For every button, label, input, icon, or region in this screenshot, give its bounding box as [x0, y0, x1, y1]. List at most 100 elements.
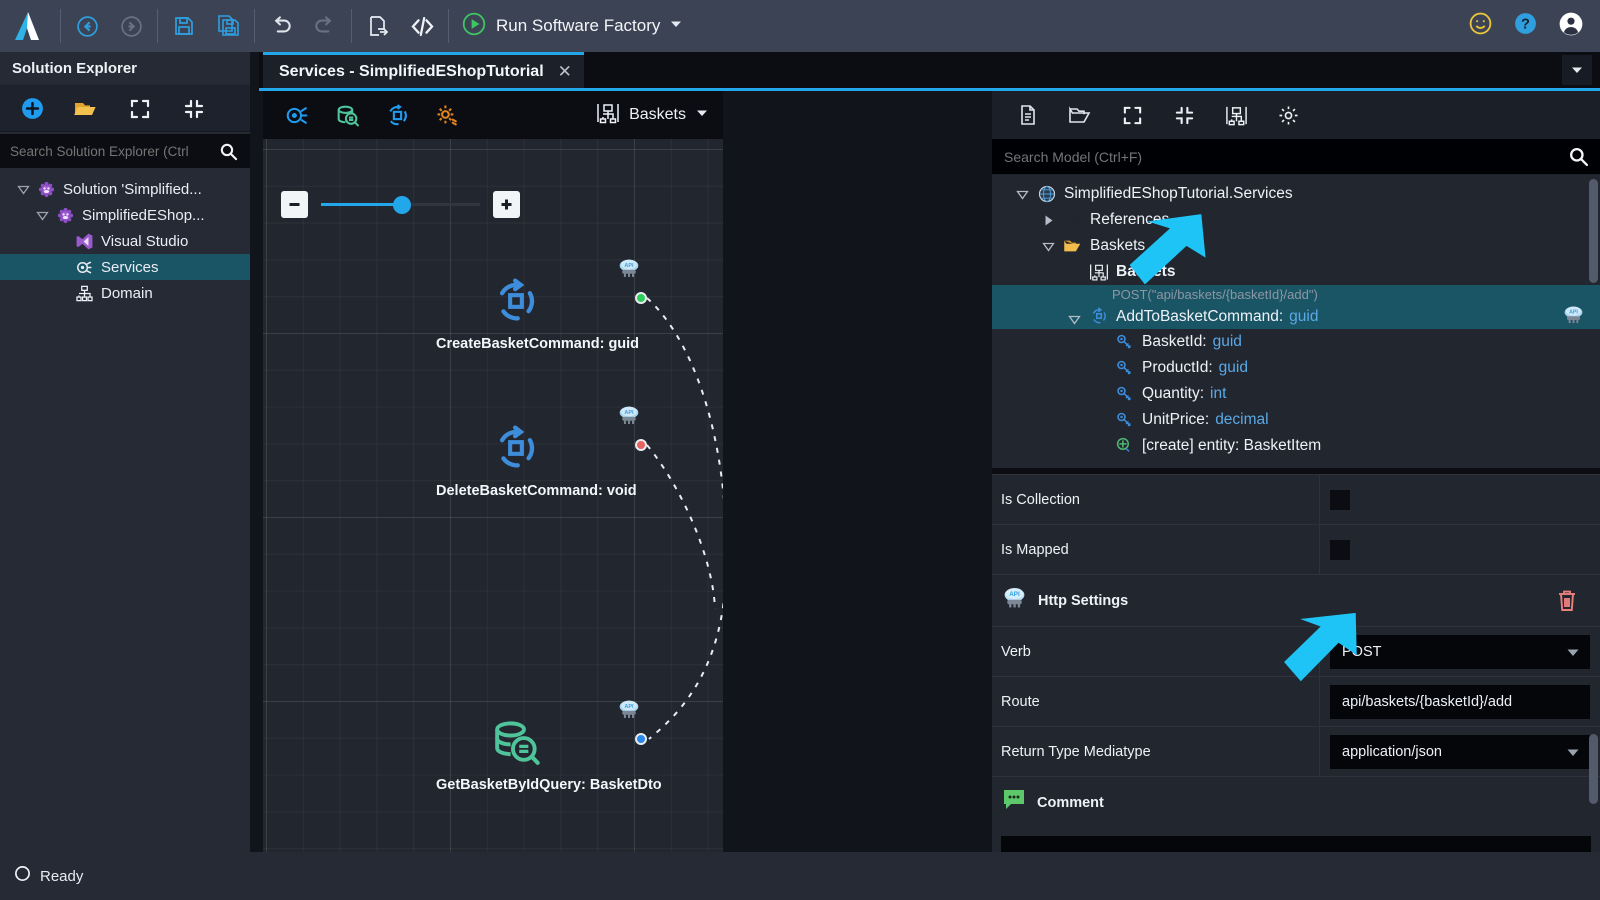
diagram-node-delete-basket-command[interactable]: DeleteBasketCommand: void: [436, 422, 637, 499]
help-question-icon[interactable]: ?: [1513, 11, 1538, 41]
diagram-model-selector[interactable]: Baskets: [582, 91, 723, 139]
rotate-node-icon[interactable]: [379, 97, 415, 133]
command-node-icon[interactable]: [279, 97, 315, 133]
property-row-is-mapped: Is Mapped: [992, 524, 1600, 574]
query-node-icon[interactable]: [329, 97, 365, 133]
zoom-control[interactable]: [281, 191, 520, 218]
open-folder-icon[interactable]: [64, 92, 108, 126]
model-diagram-icon[interactable]: [1218, 97, 1254, 133]
api-badge-icon[interactable]: API: [616, 405, 642, 427]
diagram-node-port[interactable]: [635, 292, 647, 304]
model-tree-row[interactable]: Baskets: [992, 259, 1600, 285]
sidebar-item-label: Solution 'Simplified...: [63, 180, 202, 198]
model-search[interactable]: [992, 139, 1600, 175]
property-value: [1319, 475, 1600, 524]
save-icon[interactable]: [162, 6, 206, 46]
twisty-icon[interactable]: [1010, 188, 1034, 201]
settings-gear-icon[interactable]: [429, 97, 465, 133]
add-new-icon[interactable]: [10, 92, 54, 126]
new-document-icon[interactable]: [1010, 97, 1046, 133]
open-folder-icon[interactable]: [1062, 97, 1098, 133]
search-icon[interactable]: [206, 134, 250, 168]
sidebar-item-domain[interactable]: Domain: [0, 280, 250, 306]
http-settings-section: API Http Settings: [992, 574, 1600, 626]
model-tree-row[interactable]: References: [992, 207, 1600, 233]
solution-explorer-title: Solution Explorer: [0, 52, 250, 86]
properties-scrollbar[interactable]: [1589, 734, 1598, 804]
sidebar-item-visual-studio[interactable]: Visual Studio: [0, 228, 250, 254]
zoom-slider-thumb[interactable]: [393, 195, 411, 214]
expand-all-icon[interactable]: [1114, 97, 1150, 133]
model-tree-row[interactable]: BasketId: guid: [992, 329, 1600, 355]
sidebar-item-simplifiedeshop[interactable]: SimplifiedEShop...: [0, 202, 250, 228]
save-all-icon[interactable]: [206, 6, 250, 46]
diagram-canvas[interactable]: CreateBasketCommand: guid API DeleteBasket…: [263, 139, 723, 852]
api-badge-icon[interactable]: API: [616, 699, 642, 721]
diagram-node-port[interactable]: [635, 439, 647, 451]
diagram-node-get-basket-by-id-query[interactable]: GetBasketByIdQuery: BasketDto: [436, 716, 662, 793]
twisty-icon[interactable]: [1062, 313, 1086, 326]
model-tree-row[interactable]: Baskets: [992, 233, 1600, 259]
diagram-node-port[interactable]: [635, 733, 647, 745]
feedback-smiley-icon[interactable]: [1468, 11, 1493, 41]
svg-text:API: API: [624, 704, 634, 710]
diagram-node-create-basket-command[interactable]: CreateBasketCommand: guid: [436, 275, 639, 352]
model-tree-label: UnitPrice:: [1142, 411, 1210, 428]
settings-gear-icon[interactable]: [1270, 97, 1306, 133]
sidebar-item-solution-simplified[interactable]: Solution 'Simplified...: [0, 176, 250, 202]
search-icon[interactable]: [1556, 139, 1600, 175]
archimedes-logo-icon: [0, 9, 56, 43]
close-icon[interactable]: ✕: [558, 62, 572, 82]
forward-icon[interactable]: [109, 6, 153, 46]
collapse-all-icon[interactable]: [172, 92, 216, 126]
chevron-down-icon[interactable]: [669, 17, 683, 36]
undo-icon[interactable]: [259, 6, 303, 46]
api-badge-icon[interactable]: API: [1561, 305, 1586, 331]
model-tree-row[interactable]: SimplifiedEShopTutorial.Services: [992, 181, 1600, 207]
minus-icon[interactable]: [281, 191, 308, 218]
command-icon[interactable]: [436, 422, 596, 479]
trash-icon[interactable]: [1556, 589, 1578, 618]
redo-icon[interactable]: [303, 6, 347, 46]
export-document-icon[interactable]: [356, 6, 400, 46]
model-tree-scrollbar[interactable]: [1589, 179, 1598, 283]
input-route[interactable]: api/baskets/{basketId}/add: [1330, 684, 1590, 719]
plus-icon[interactable]: [493, 191, 520, 218]
search-input[interactable]: [0, 143, 206, 159]
zoom-slider-track[interactable]: [321, 195, 480, 214]
sidebar-item-services[interactable]: Services: [0, 254, 250, 280]
tab-services-simplifiedeshoptutorial[interactable]: Services - SimplifiedEShopTutorial ✕: [263, 52, 584, 88]
run-software-factory-button[interactable]: Run Software Factory: [461, 11, 683, 42]
command-icon[interactable]: [436, 275, 596, 332]
account-avatar-icon[interactable]: [1558, 11, 1584, 42]
query-icon[interactable]: [436, 716, 596, 773]
checkbox-is-mapped[interactable]: [1330, 539, 1350, 560]
solution-explorer-search[interactable]: [0, 134, 250, 168]
property-field-value: POST: [1342, 643, 1382, 660]
model-tree-row[interactable]: Quantity: int: [992, 381, 1600, 407]
twisty-icon[interactable]: [1036, 240, 1060, 253]
domain-icon: [72, 284, 96, 303]
twisty-icon[interactable]: [12, 183, 34, 196]
model-tree-row[interactable]: AddToBasketCommand: guid POST("api/baskets…: [992, 285, 1600, 329]
chevron-down-icon[interactable]: [1566, 646, 1580, 662]
expand-all-icon[interactable]: [118, 92, 162, 126]
model-tree-row[interactable]: [create] entity: BasketItem: [992, 433, 1600, 459]
code-icon[interactable]: [400, 6, 444, 46]
twisty-icon[interactable]: [31, 209, 53, 222]
model-tree-row[interactable]: UnitPrice: decimal: [992, 407, 1600, 433]
model-tree-row[interactable]: ProductId: guid: [992, 355, 1600, 381]
search-model-input[interactable]: [992, 148, 1556, 165]
back-icon[interactable]: [65, 6, 109, 46]
api-badge-icon[interactable]: API: [616, 258, 642, 280]
chevron-down-icon[interactable]: [1562, 55, 1592, 85]
collapse-all-icon[interactable]: [1166, 97, 1202, 133]
checkbox-is-collection[interactable]: [1330, 489, 1350, 510]
select-verb[interactable]: POST: [1330, 634, 1590, 669]
zoom-slider-fill: [321, 203, 401, 206]
command-icon: [1086, 306, 1112, 326]
chevron-down-icon[interactable]: [1566, 746, 1580, 762]
twisty-icon[interactable]: [1036, 214, 1060, 227]
chevron-down-icon[interactable]: [695, 106, 709, 125]
select-return-type-mediatype[interactable]: application/json: [1330, 734, 1590, 769]
